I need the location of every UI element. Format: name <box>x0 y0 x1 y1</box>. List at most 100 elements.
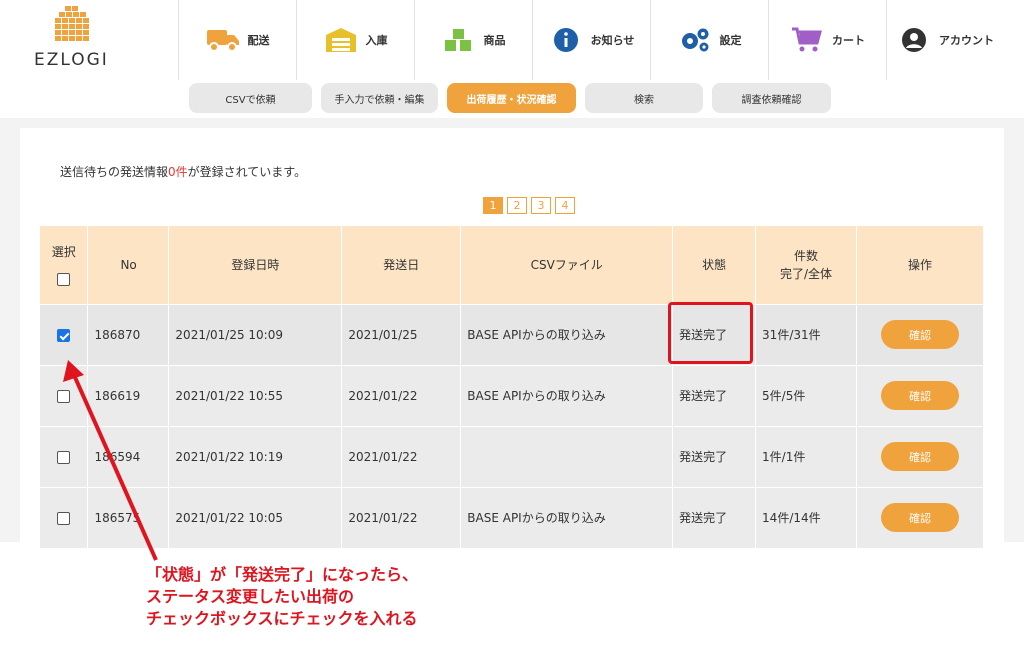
boxes-icon <box>442 25 476 55</box>
row-status: 発送完了 <box>672 486 757 548</box>
header-count: 件数 完了/全体 <box>755 226 857 304</box>
annotation-line-1: 「状態」が「発送完了」になったら、 <box>146 565 419 584</box>
row-no: 186870 <box>87 303 170 365</box>
notice-prefix: 送信待ちの発送情報 <box>60 165 169 179</box>
row-shipped: 2021/01/22 <box>341 425 462 487</box>
row-status: 発送完了 <box>672 425 757 487</box>
table-row: 186619 2021/01/22 10:55 2021/01/22 BASE … <box>40 364 985 426</box>
row-checkbox[interactable] <box>57 389 71 403</box>
nav-item-settings[interactable]: 設定 <box>650 0 768 80</box>
annotation-line-3: チェックボックスにチェックを入れる <box>146 609 418 628</box>
row-select-cell <box>40 303 89 365</box>
table-row: 186594 2021/01/22 10:19 2021/01/22 発送完了 … <box>40 425 985 487</box>
confirm-button[interactable]: 確認 <box>880 503 959 533</box>
pending-notice: 送信待ちの発送情報0件が登録されています。 <box>60 163 306 180</box>
row-shipped: 2021/01/22 <box>341 486 462 548</box>
row-select-cell <box>40 425 89 487</box>
row-csv: BASE APIからの取り込み <box>460 364 674 426</box>
nav-label-account: アカウント <box>939 34 994 47</box>
header-status: 状態 <box>672 226 757 304</box>
nav-label-settings: 設定 <box>719 34 742 47</box>
row-registered: 2021/01/22 10:05 <box>168 486 343 548</box>
logo-text: EZLOGI <box>34 50 109 70</box>
shipment-table: 選択 No 登録日時 発送日 CSVファイル 状態 件数 完了/全体 操作 18… <box>40 226 985 548</box>
annotation-text: 「状態」が「発送完了」になったら、 ステータス変更したい出荷の チェックボックス… <box>146 564 418 630</box>
header-select: 選択 <box>40 226 89 304</box>
logo[interactable]: EZLOGI <box>26 6 136 72</box>
info-icon <box>549 25 583 55</box>
tab-csv-request[interactable]: CSVで依頼 <box>189 83 312 113</box>
row-select-cell <box>40 486 89 548</box>
row-count: 14件/14件 <box>755 486 857 548</box>
nav-item-cart[interactable]: カート <box>768 0 886 80</box>
nav-label-inbound: 入庫 <box>365 34 388 47</box>
row-action-cell: 確認 <box>856 364 985 426</box>
row-csv <box>460 425 674 487</box>
row-count: 31件/31件 <box>755 303 857 365</box>
tab-shipping-history[interactable]: 出荷履歴・状況確認 <box>447 83 576 113</box>
tab-investigation[interactable]: 調査依頼確認 <box>712 83 831 113</box>
nav-item-inbound[interactable]: 入庫 <box>296 0 414 80</box>
nav-item-delivery[interactable]: 配送 <box>178 0 296 80</box>
main-nav: 配送 入庫 商品 お知らせ 設定 カート アカウント <box>178 0 1004 80</box>
row-action-cell: 確認 <box>856 303 985 365</box>
row-shipped: 2021/01/22 <box>341 364 462 426</box>
row-no: 186594 <box>87 425 170 487</box>
notice-count: 0件 <box>168 165 188 179</box>
logo-icon <box>55 6 89 41</box>
warehouse-icon <box>324 25 358 55</box>
row-shipped: 2021/01/25 <box>341 303 462 365</box>
header-csv: CSVファイル <box>460 226 674 304</box>
nav-label-delivery: 配送 <box>247 34 270 47</box>
header-no: No <box>87 226 170 304</box>
table-row: 186575 2021/01/22 10:05 2021/01/22 BASE … <box>40 486 985 548</box>
confirm-button[interactable]: 確認 <box>880 442 959 471</box>
sub-tabs: CSVで依頼 手入力で依頼・編集 出荷履歴・状況確認 検索 調査依頼確認 <box>189 83 831 113</box>
row-checkbox[interactable] <box>57 328 71 342</box>
nav-item-account[interactable]: アカウント <box>886 0 1004 80</box>
row-action-cell: 確認 <box>856 486 985 548</box>
user-icon <box>897 25 931 55</box>
row-csv: BASE APIからの取り込み <box>460 303 674 365</box>
page-1[interactable]: 1 <box>483 197 503 214</box>
header-count-line1: 件数 <box>794 248 819 263</box>
gear-icon <box>678 25 712 55</box>
row-registered: 2021/01/22 10:19 <box>168 425 343 487</box>
nav-label-news: お知らせ <box>590 34 635 47</box>
page-3[interactable]: 3 <box>531 197 551 214</box>
header-action: 操作 <box>856 226 985 304</box>
tab-manual-request[interactable]: 手入力で依頼・編集 <box>321 83 438 113</box>
row-checkbox[interactable] <box>57 450 71 464</box>
nav-item-products[interactable]: 商品 <box>414 0 532 80</box>
confirm-button[interactable]: 確認 <box>880 381 959 410</box>
row-csv: BASE APIからの取り込み <box>460 486 674 548</box>
row-registered: 2021/01/22 10:55 <box>168 364 343 426</box>
page-2[interactable]: 2 <box>507 197 527 214</box>
header-shipped: 発送日 <box>341 226 462 304</box>
row-no: 186575 <box>87 486 170 548</box>
nav-label-products: 商品 <box>483 34 506 47</box>
row-checkbox[interactable] <box>57 511 71 525</box>
cart-icon <box>790 25 824 55</box>
header-registered: 登録日時 <box>168 226 343 304</box>
truck-icon <box>206 25 240 55</box>
status-highlight-box <box>668 302 753 364</box>
table-row: 186870 2021/01/25 10:09 2021/01/25 BASE … <box>40 303 985 365</box>
row-count: 5件/5件 <box>755 364 857 426</box>
notice-suffix: が登録されています。 <box>187 165 307 179</box>
top-navigation-bar: EZLOGI 配送 入庫 商品 お知らせ 設定 カート アカウント <box>0 0 1024 80</box>
page-4[interactable]: 4 <box>555 197 575 214</box>
header-select-label: 選択 <box>51 245 76 260</box>
header-count-line2: 完了/全体 <box>779 266 833 281</box>
select-all-checkbox[interactable] <box>57 273 71 287</box>
tab-search[interactable]: 検索 <box>585 83 703 113</box>
confirm-button[interactable]: 確認 <box>880 320 959 349</box>
table-header-row: 選択 No 登録日時 発送日 CSVファイル 状態 件数 完了/全体 操作 <box>40 226 985 304</box>
row-count: 1件/1件 <box>755 425 857 487</box>
annotation-line-2: ステータス変更したい出荷の <box>146 587 355 606</box>
row-action-cell: 確認 <box>856 425 985 487</box>
nav-item-news[interactable]: お知らせ <box>532 0 650 80</box>
row-status: 発送完了 <box>672 364 757 426</box>
nav-label-cart: カート <box>832 34 865 47</box>
row-select-cell <box>40 364 89 426</box>
